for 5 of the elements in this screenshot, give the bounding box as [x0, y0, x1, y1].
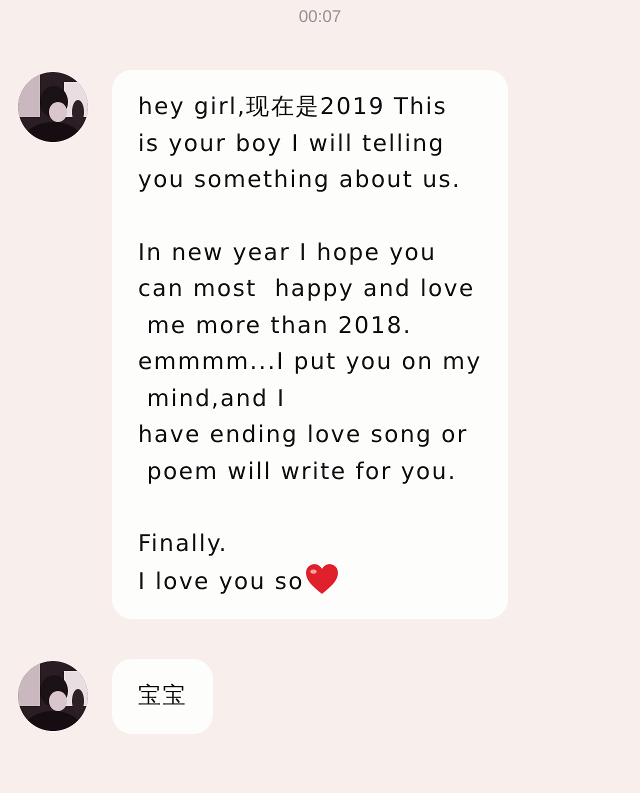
message-text: Finally. I love you so — [138, 531, 304, 594]
message-text: hey girl,现在是2019 This is your boy I will telling you something about us. — [138, 94, 461, 193]
timestamp: 00:07 — [298, 6, 342, 28]
message-text: In new year I hope you can most happy and love me more than 2018. emmmm...I put you on my mind,and I have ending love song or poem will write for you. — [138, 240, 482, 484]
message-text: 宝宝 — [138, 683, 188, 709]
